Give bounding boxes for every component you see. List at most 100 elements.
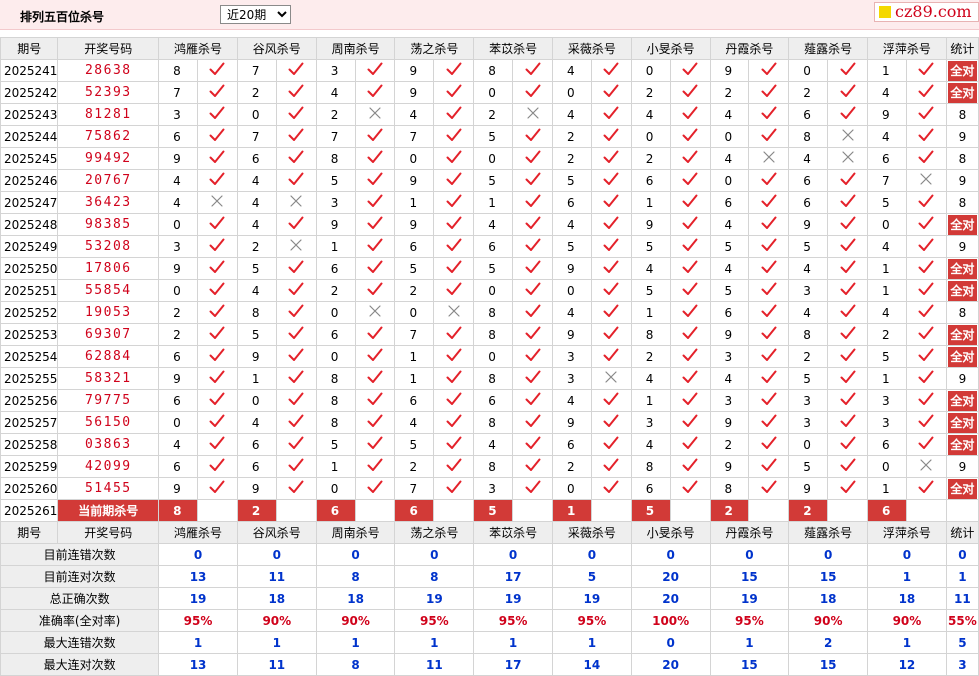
result-check-cell (905, 477, 947, 500)
cross-icon (369, 305, 381, 317)
check-icon (367, 282, 383, 295)
draw-number-cell: 56150 (57, 411, 160, 434)
check-icon (525, 392, 541, 405)
kill-digit-cell: 9 (394, 59, 435, 82)
check-icon (682, 216, 698, 229)
check-icon (682, 128, 698, 141)
all-correct-badge: 全对 (947, 434, 977, 455)
result-check-cell (433, 213, 475, 236)
result-check-cell (354, 125, 396, 148)
check-icon (603, 150, 619, 163)
result-check-cell (197, 367, 238, 390)
check-icon (918, 128, 934, 141)
result-check-cell (748, 477, 790, 500)
kill-digit-cell: 2 (315, 279, 356, 302)
kill-digit-cell: 2 (630, 345, 671, 368)
issue-cell: 2025249 (0, 235, 59, 258)
check-icon (446, 414, 462, 427)
check-icon (840, 62, 856, 75)
check-icon (603, 282, 619, 295)
cross-icon (605, 371, 617, 383)
check-icon (525, 326, 541, 339)
result-check-cell (197, 81, 238, 104)
kill-digit-cell: 4 (394, 103, 435, 126)
result-check-cell (827, 477, 869, 500)
summary-value: 0 (473, 543, 553, 566)
result-check-cell (590, 81, 632, 104)
summary-value: 8 (315, 565, 396, 588)
summary-value: 0 (867, 543, 947, 566)
check-icon (918, 260, 934, 273)
check-icon (918, 414, 934, 427)
kill-digit-cell: 1 (473, 191, 514, 214)
summary-value: 0 (551, 543, 632, 566)
kill-digit-cell: 3 (315, 59, 356, 82)
result-check-cell (827, 81, 869, 104)
result-check-cell (512, 191, 553, 214)
result-check-cell (433, 147, 475, 170)
summary-stat-value: 11 (945, 587, 979, 610)
kill-digit-cell: 3 (709, 345, 750, 368)
period-select[interactable]: 近20期 (220, 5, 291, 24)
result-check-cell (275, 345, 317, 368)
kill-digit-cell: 2 (551, 455, 592, 478)
result-check-cell (590, 59, 632, 82)
issue-cell: 2025257 (0, 411, 59, 434)
stat-cell: 全对 (945, 59, 979, 82)
summary-value: 100% (630, 609, 711, 632)
check-icon (682, 436, 698, 449)
result-check-cell (275, 323, 317, 346)
kill-digit-cell: 4 (551, 59, 592, 82)
draw-number-cell: 99492 (57, 147, 160, 170)
check-icon (918, 84, 934, 97)
check-icon (761, 84, 777, 97)
kill-digit-cell: 3 (630, 411, 671, 434)
check-icon (209, 436, 225, 449)
issue-cell: 2025242 (0, 81, 59, 104)
draw-number-cell: 53208 (57, 235, 160, 258)
draw-number-cell: 58321 (57, 367, 160, 390)
kill-digit-cell: 9 (158, 257, 199, 280)
kill-digit-cell: 3 (709, 389, 750, 412)
check-icon (682, 238, 698, 251)
kill-digit-cell: 9 (709, 323, 750, 346)
result-cross-cell (512, 103, 553, 126)
site-logo[interactable]: cz89.com (874, 2, 979, 22)
all-correct-badge: 全对 (947, 60, 977, 81)
kill-digit-cell: 1 (630, 301, 671, 324)
result-check-cell (354, 81, 396, 104)
result-cross-cell (748, 147, 790, 170)
summary-value: 17 (473, 565, 553, 588)
summary-value: 19 (158, 587, 238, 610)
check-icon (918, 62, 934, 75)
result-check-cell (827, 103, 869, 126)
kill-digit-cell: 0 (473, 147, 514, 170)
check-icon (603, 392, 619, 405)
check-icon (288, 392, 304, 405)
result-check-cell (354, 279, 396, 302)
check-icon (288, 84, 304, 97)
result-check-cell (197, 477, 238, 500)
kill-digit-cell: 8 (473, 301, 514, 324)
table-row: 2025245 99492 9 6 8 0 0 2 2 4 4 6 8 (0, 147, 979, 170)
kill-digit-cell: 0 (788, 433, 829, 456)
kill-digit-cell: 3 (315, 191, 356, 214)
summary-value: 11 (236, 653, 317, 676)
kill-digit-cell: 0 (315, 345, 356, 368)
stat-cell: 全对 (945, 433, 979, 456)
table-row: 2025251 55854 0 4 2 2 0 0 5 5 3 1 全对 (0, 279, 979, 302)
check-icon (525, 348, 541, 361)
check-icon (918, 370, 934, 383)
result-check-cell (748, 81, 790, 104)
check-icon (288, 62, 304, 75)
summary-value: 15 (709, 653, 790, 676)
col-header-killer: 周南杀号 (315, 521, 396, 544)
check-icon (525, 282, 541, 295)
issue-cell: 2025248 (0, 213, 59, 236)
kill-digit-cell: 1 (867, 367, 907, 390)
draw-number-cell: 36423 (57, 191, 160, 214)
summary-value: 13 (158, 653, 238, 676)
result-check-cell (827, 455, 869, 478)
kill-digit-cell: 0 (394, 301, 435, 324)
current-empty-cell (827, 499, 869, 522)
